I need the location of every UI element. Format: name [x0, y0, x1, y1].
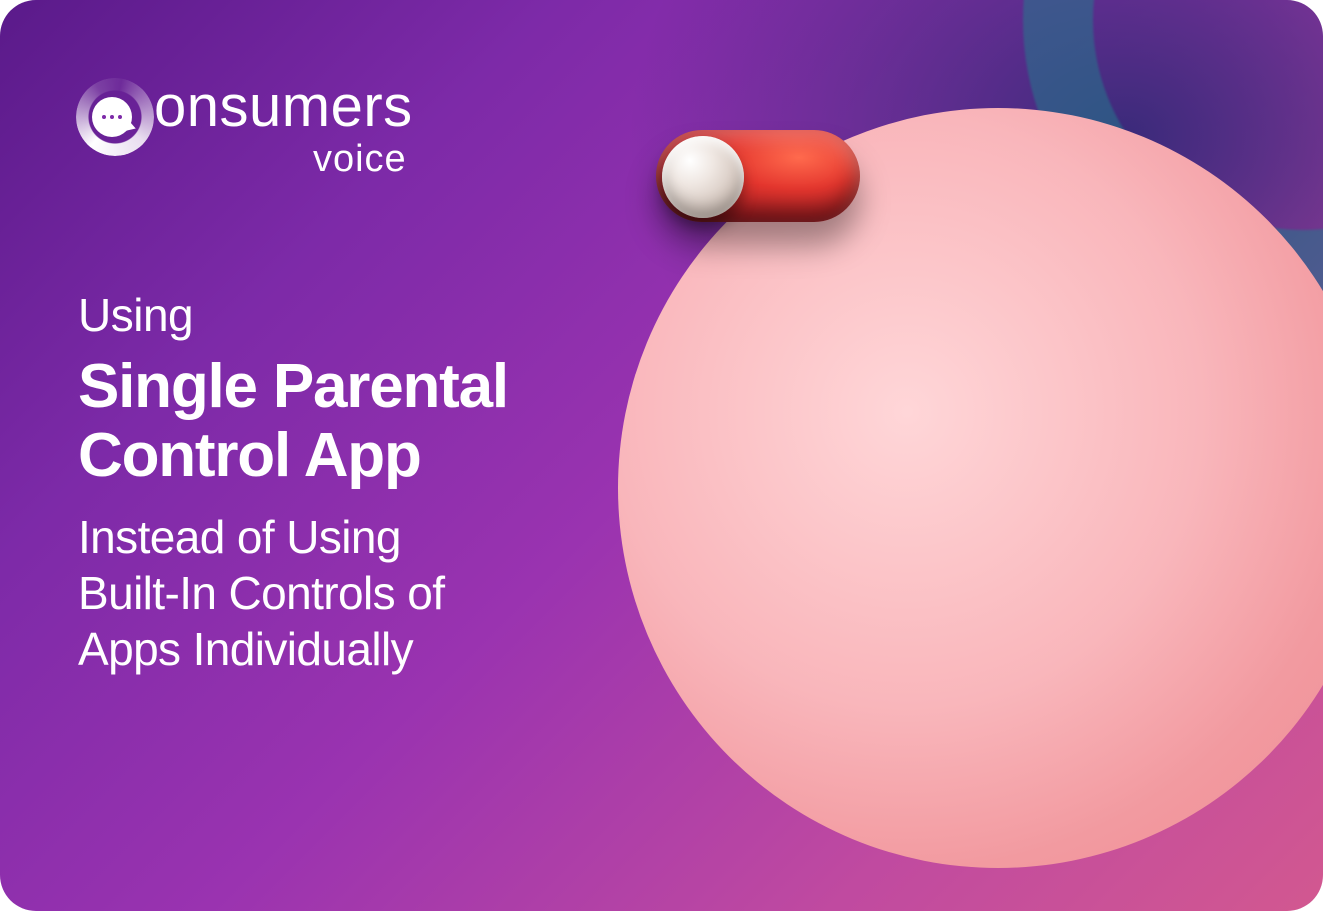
- headline-strong: Single Parental Control App: [78, 352, 508, 491]
- toggle-switch-graphic: [656, 130, 860, 222]
- headline-tail-line2: Built-In Controls of: [78, 567, 444, 619]
- promo-banner: onsumers voice Using Single Parental Con…: [0, 0, 1323, 911]
- headline-strong-line1: Single Parental: [78, 352, 508, 421]
- brand-mark: [76, 78, 154, 156]
- toggle-knob: [662, 136, 744, 218]
- headline-tail-line3: Apps Individually: [78, 623, 413, 675]
- headline-tail: Instead of Using Built-In Controls of Ap…: [78, 509, 508, 677]
- headline-strong-line2: Control App: [78, 421, 421, 490]
- brand-logo: onsumers voice: [76, 78, 413, 178]
- brand-word: onsumers: [154, 78, 413, 136]
- speech-bubble-icon: [92, 97, 132, 137]
- headline-lead: Using: [78, 288, 508, 342]
- headline-copy: Using Single Parental Control App Instea…: [78, 288, 508, 677]
- hero-photo: [618, 108, 1323, 868]
- brand-subword: voice: [313, 140, 407, 178]
- headline-tail-line1: Instead of Using: [78, 511, 401, 563]
